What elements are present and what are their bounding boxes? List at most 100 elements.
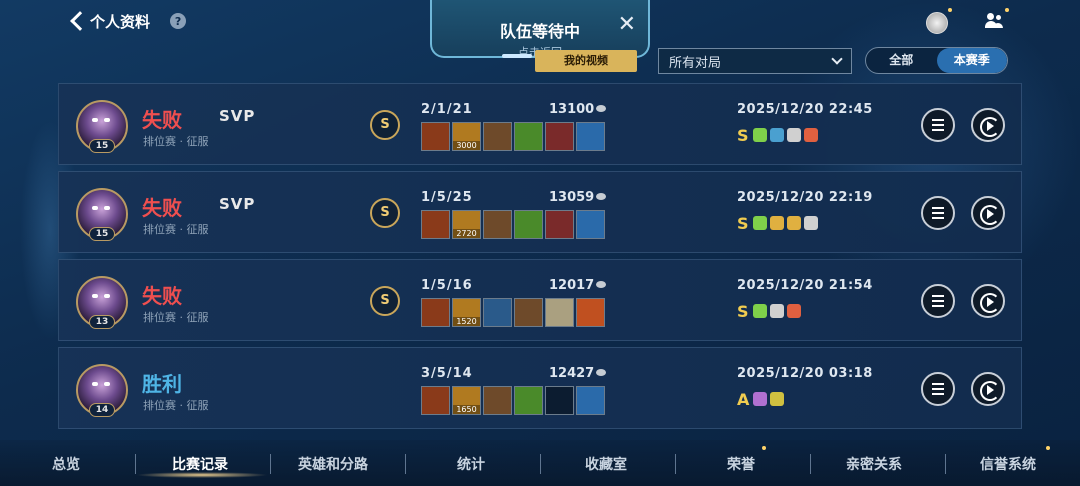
back-button[interactable]: 个人资料 ? <box>68 10 187 32</box>
gold-icon <box>596 193 607 200</box>
match-grade: A <box>737 390 750 409</box>
match-tag-icon <box>787 304 801 318</box>
item-slot <box>421 386 450 415</box>
match-detail-button[interactable] <box>921 196 955 230</box>
toggle-all[interactable]: 全部 <box>866 48 937 73</box>
bottom-nav: 总览 比赛记录 英雄和分路 统计 收藏室 荣誉 亲密关系 信誉系统 <box>0 440 1080 486</box>
match-tags <box>753 216 818 230</box>
item-slot: 3000 <box>452 122 481 151</box>
match-grade: S <box>737 214 749 233</box>
item-slot <box>483 386 512 415</box>
match-tags <box>753 128 818 142</box>
kda-stat: 1/5/16 <box>421 278 473 293</box>
nav-divider <box>675 454 676 474</box>
hero-level-badge: 14 <box>89 403 115 417</box>
notification-dot <box>1005 8 1009 12</box>
match-result: 胜利 <box>142 372 182 396</box>
season-toggle[interactable]: 全部 本赛季 <box>865 47 1008 74</box>
match-filter-select[interactable]: 所有对局 <box>658 48 852 74</box>
match-mode: 排位赛 · 征服 <box>143 135 209 148</box>
tab-credit-system[interactable]: 信誉系统 <box>980 454 1036 474</box>
match-tag-icon <box>787 128 801 142</box>
match-filter-value: 所有对局 <box>669 55 722 71</box>
gold-icon <box>596 105 607 112</box>
item-slot <box>421 210 450 239</box>
tab-honor[interactable]: 荣誉 <box>727 454 755 474</box>
replay-button[interactable] <box>971 196 1005 230</box>
match-detail-button[interactable] <box>921 284 955 318</box>
avatar[interactable] <box>926 12 948 34</box>
friends-icon[interactable] <box>985 13 1003 29</box>
item-slot <box>576 298 605 327</box>
item-slot <box>483 210 512 239</box>
match-detail-button[interactable] <box>921 372 955 406</box>
item-slot <box>545 298 574 327</box>
match-card[interactable]: 15 失败 SVP 排位赛 · 征服 S 2/1/21 13100 3000 2… <box>58 83 1022 165</box>
tab-intimacy[interactable]: 亲密关系 <box>846 454 902 474</box>
item-slot <box>576 210 605 239</box>
replay-button[interactable] <box>971 372 1005 406</box>
gold-stat: 12017 <box>549 278 607 293</box>
match-time: 2025/12/20 03:18 <box>737 366 873 381</box>
gold-value: 12017 <box>549 278 595 293</box>
match-card[interactable]: 14 胜利 排位赛 · 征服 3/5/14 12427 1650 2025/12… <box>58 347 1022 429</box>
item-slot <box>421 122 450 151</box>
my-video-button[interactable]: 我的视频 <box>535 50 637 72</box>
top-bar: 个人资料 ? 队伍等待中 点击返回 ✕ <box>0 0 1080 59</box>
gold-stat: 13059 <box>549 190 607 205</box>
item-build: 3000 <box>421 122 605 151</box>
svp-badge: SVP <box>219 195 256 213</box>
nav-divider <box>945 454 946 474</box>
kda-stat: 2/1/21 <box>421 102 473 117</box>
rank-badge-icon: S <box>370 198 400 228</box>
gold-value: 13100 <box>549 102 595 117</box>
item-count: 2720 <box>453 229 480 238</box>
tab-overview[interactable]: 总览 <box>52 454 80 474</box>
item-slot <box>545 122 574 151</box>
replay-button[interactable] <box>971 108 1005 142</box>
match-mode: 排位赛 · 征服 <box>143 311 209 324</box>
help-icon[interactable]: ? <box>170 13 187 29</box>
nav-divider <box>270 454 271 474</box>
tab-statistics[interactable]: 统计 <box>457 454 485 474</box>
match-time: 2025/12/20 22:19 <box>737 190 873 205</box>
replay-button[interactable] <box>971 284 1005 318</box>
gold-stat: 12427 <box>549 366 607 381</box>
gold-value: 12427 <box>549 366 595 381</box>
toggle-this-season[interactable]: 本赛季 <box>936 48 1007 73</box>
item-slot <box>483 298 512 327</box>
item-slot <box>514 210 543 239</box>
hero-level-badge: 15 <box>89 227 115 241</box>
match-tag-icon <box>753 128 767 142</box>
match-tags <box>753 392 784 406</box>
match-tag-icon <box>804 128 818 142</box>
match-tag-icon <box>753 216 767 230</box>
match-mode: 排位赛 · 征服 <box>143 399 209 412</box>
match-card[interactable]: 13 失败 排位赛 · 征服 S 1/5/16 12017 1520 2025/… <box>58 259 1022 341</box>
match-card[interactable]: 15 失败 SVP 排位赛 · 征服 S 1/5/25 13059 2720 2… <box>58 171 1022 253</box>
nav-divider <box>135 454 136 474</box>
gold-icon <box>596 369 607 376</box>
tab-heroes-lanes[interactable]: 英雄和分路 <box>298 454 368 474</box>
match-tag-icon <box>770 216 784 230</box>
gold-stat: 13100 <box>549 102 607 117</box>
nav-divider <box>810 454 811 474</box>
item-slot <box>576 122 605 151</box>
match-tags <box>753 304 801 318</box>
item-slot: 1650 <box>452 386 481 415</box>
tab-collection[interactable]: 收藏室 <box>585 454 627 474</box>
match-detail-button[interactable] <box>921 108 955 142</box>
close-icon[interactable]: ✕ <box>618 14 636 36</box>
rank-badge-icon: S <box>370 110 400 140</box>
kda-stat: 1/5/25 <box>421 190 473 205</box>
tab-match-history[interactable]: 比赛记录 <box>172 454 228 474</box>
match-mode: 排位赛 · 征服 <box>143 223 209 236</box>
item-count: 1650 <box>453 405 480 414</box>
match-result: 失败 <box>142 196 182 220</box>
match-grade: S <box>737 126 749 145</box>
item-slot <box>545 210 574 239</box>
match-grade: S <box>737 302 749 321</box>
team-panel-indicator <box>502 54 532 58</box>
gold-icon <box>596 281 607 288</box>
match-tag-icon <box>753 392 767 406</box>
